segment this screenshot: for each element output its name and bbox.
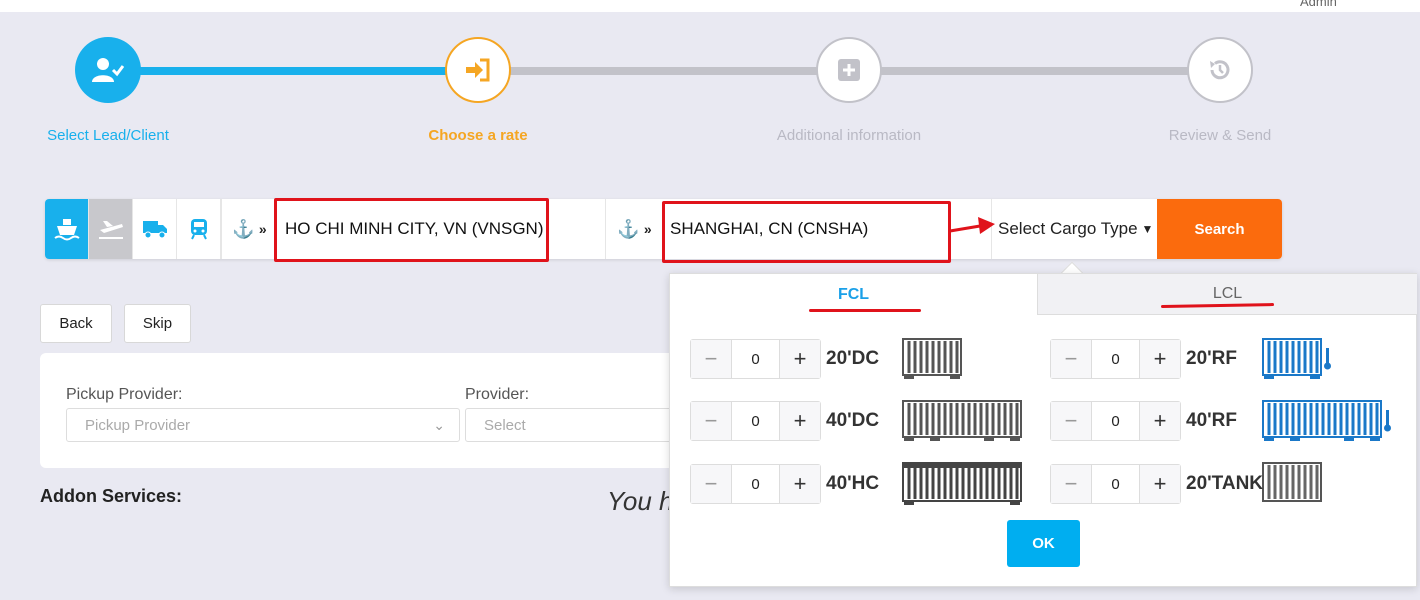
container-type-label: 40'HC xyxy=(826,473,880,494)
pickup-provider-label: Pickup Provider: xyxy=(66,386,183,403)
chevron-down-icon: ▼ xyxy=(1141,222,1154,236)
container-type-label: 40'RF xyxy=(1186,410,1237,431)
step-1-circle[interactable] xyxy=(75,37,141,103)
pickup-provider-select[interactable]: Pickup Provider ⌄ xyxy=(66,408,460,442)
step-2-circle[interactable] xyxy=(445,37,511,103)
container-type-label: 40'DC xyxy=(826,410,880,431)
mode-air-button[interactable] xyxy=(89,199,133,259)
step-1-label[interactable]: Select Lead/Client xyxy=(8,127,208,144)
provider-select[interactable]: Select xyxy=(465,408,675,442)
qty-value[interactable]: 0 xyxy=(1091,465,1140,503)
container-type-label: 20'DC xyxy=(826,348,880,369)
container-20dc-icon xyxy=(902,338,962,379)
pickup-provider-placeholder: Pickup Provider xyxy=(85,416,191,434)
top-bar: Admin xyxy=(0,0,1420,12)
container-40dc-icon xyxy=(902,400,1022,441)
increment-button[interactable]: + xyxy=(1140,340,1180,378)
container-type-label: 20'RF xyxy=(1186,348,1237,369)
step-4-circle[interactable] xyxy=(1187,37,1253,103)
highlight-origin-box xyxy=(274,198,549,262)
anchor-icon: ⚓ xyxy=(617,218,640,239)
provider-label: Provider: xyxy=(465,386,530,403)
qty-value[interactable]: 0 xyxy=(731,340,780,378)
search-button[interactable]: Search xyxy=(1157,199,1282,259)
qty-value[interactable]: 0 xyxy=(731,402,780,440)
container-40hc-icon xyxy=(902,462,1022,505)
highlight-fcl-underline xyxy=(809,309,921,312)
qty-value[interactable]: 0 xyxy=(731,465,780,503)
step-4-label[interactable]: Review & Send xyxy=(1120,127,1320,144)
plane-icon xyxy=(98,221,123,239)
container-40rf-icon xyxy=(1262,400,1391,441)
user-menu[interactable]: Admin xyxy=(1300,0,1337,9)
train-icon xyxy=(190,219,207,240)
history-icon xyxy=(1210,60,1230,80)
container-20rf-icon xyxy=(1262,338,1331,379)
decrement-button[interactable]: − xyxy=(1051,465,1091,503)
highlight-destination-box xyxy=(662,201,951,263)
step-connector-done xyxy=(108,67,480,75)
cargo-type-value: Select Cargo Type xyxy=(998,219,1138,238)
qty-stepper-40hc: − 0 + xyxy=(690,464,821,504)
decrement-button[interactable]: − xyxy=(1051,402,1091,440)
step-3-circle[interactable] xyxy=(816,37,882,103)
increment-button[interactable]: + xyxy=(780,340,820,378)
destination-port-type-selector[interactable]: ⚓» xyxy=(605,199,663,259)
step-2-label[interactable]: Choose a rate xyxy=(378,127,578,144)
annotation-arrow-icon xyxy=(949,217,995,234)
back-button[interactable]: Back xyxy=(40,304,112,343)
skip-button[interactable]: Skip xyxy=(124,304,191,343)
decrement-button[interactable]: − xyxy=(1051,340,1091,378)
provider-placeholder: Select xyxy=(484,416,526,434)
container-20tank-icon xyxy=(1262,462,1322,502)
cargo-type-panel: FCL LCL − 0 + 20'DC − 0 + 20'RF − 0 + 40… xyxy=(669,273,1417,587)
tab-lcl[interactable]: LCL xyxy=(1037,274,1417,315)
increment-button[interactable]: + xyxy=(780,402,820,440)
increment-button[interactable]: + xyxy=(780,465,820,503)
provider-card: Pickup Provider: Pickup Provider ⌄ Provi… xyxy=(40,353,720,468)
anchor-icon: ⚓ xyxy=(232,218,255,239)
plus-square-icon xyxy=(838,59,860,81)
addon-message: You h xyxy=(607,486,674,516)
truck-icon xyxy=(142,221,167,239)
qty-stepper-20dc: − 0 + xyxy=(690,339,821,379)
step-3-label[interactable]: Additional information xyxy=(749,127,949,144)
mode-truck-button[interactable] xyxy=(133,199,177,259)
chevron-double-down-icon: » xyxy=(258,221,267,237)
container-type-label: 20'TANK xyxy=(1186,473,1264,494)
qty-stepper-40rf: − 0 + xyxy=(1050,401,1181,441)
mode-rail-button[interactable] xyxy=(177,199,221,259)
increment-button[interactable]: + xyxy=(1140,465,1180,503)
ship-icon xyxy=(53,219,80,241)
qty-stepper-40dc: − 0 + xyxy=(690,401,821,441)
increment-button[interactable]: + xyxy=(1140,402,1180,440)
origin-port-type-selector[interactable]: ⚓» xyxy=(221,199,277,259)
mode-sea-button[interactable] xyxy=(45,199,89,259)
chevron-double-down-icon: » xyxy=(643,221,652,237)
ok-button[interactable]: OK xyxy=(1007,520,1080,567)
user-check-icon xyxy=(92,58,124,82)
chevron-down-icon: ⌄ xyxy=(433,416,445,433)
qty-stepper-20rf: − 0 + xyxy=(1050,339,1181,379)
sign-in-icon xyxy=(466,58,490,82)
decrement-button[interactable]: − xyxy=(691,402,731,440)
decrement-button[interactable]: − xyxy=(691,340,731,378)
decrement-button[interactable]: − xyxy=(691,465,731,503)
qty-value[interactable]: 0 xyxy=(1091,402,1140,440)
addon-services-title: Addon Services: xyxy=(40,486,183,506)
cargo-type-select[interactable]: Select Cargo Type ▼ xyxy=(991,199,1157,259)
qty-stepper-20tank: − 0 + xyxy=(1050,464,1181,504)
qty-value[interactable]: 0 xyxy=(1091,340,1140,378)
